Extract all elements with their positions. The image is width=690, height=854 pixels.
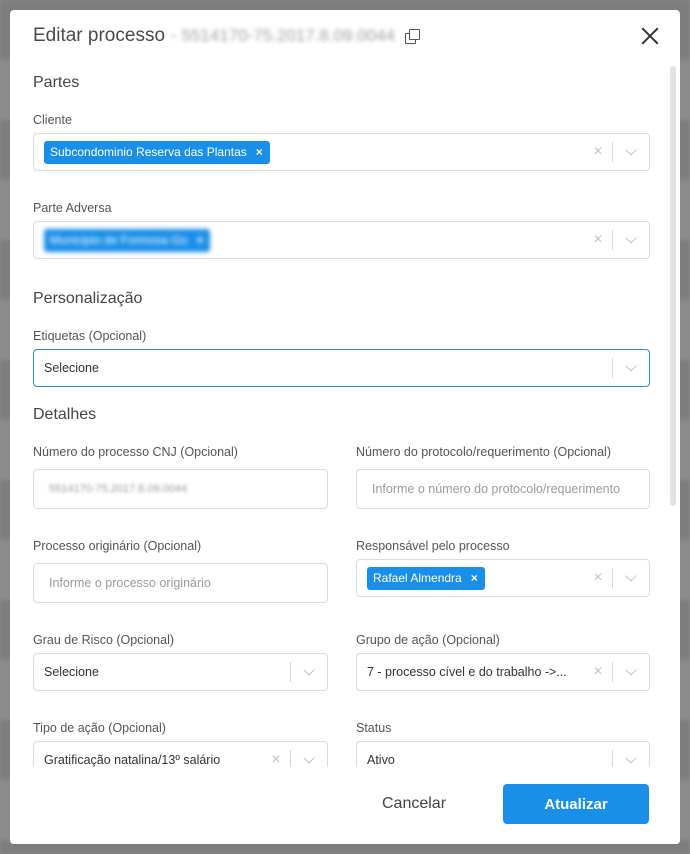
chevron-down-icon[interactable] xyxy=(291,664,327,676)
etiquetas-label: Etiquetas (Opcional) xyxy=(33,329,147,343)
chevron-down-icon[interactable] xyxy=(613,752,649,764)
section-title-detalhes: Detalhes xyxy=(33,406,97,423)
process-number: - 5514170-75.2017.8.09.0044 xyxy=(171,26,396,45)
parte-adversa-select[interactable]: Municipio de Formosa Go × × xyxy=(33,221,650,259)
update-button[interactable]: Atualizar xyxy=(503,784,649,824)
chevron-down-icon[interactable] xyxy=(613,360,649,372)
section-title-partes: Partes xyxy=(33,74,80,91)
responsavel-label: Responsável pelo processo xyxy=(356,539,510,553)
scrollbar-thumb[interactable] xyxy=(670,66,676,506)
responsavel-chip: Rafael Almendra × xyxy=(367,566,485,590)
grupo-acao-select[interactable]: 7 - processo cível e do trabalho ->... × xyxy=(356,653,650,691)
grupo-acao-value: 7 - processo cível e do trabalho ->... xyxy=(367,665,567,679)
cancel-button[interactable]: Cancelar xyxy=(360,795,468,813)
parte-adversa-label: Parte Adversa xyxy=(33,201,112,215)
parte-adversa-chip-label: Municipio de Formosa Go xyxy=(50,233,188,247)
parte-adversa-chip-remove-icon[interactable]: × xyxy=(196,233,203,247)
tipo-acao-label: Tipo de ação (Opcional) xyxy=(33,721,166,735)
modal-header: Editar processo - 5514170-75.2017.8.09.0… xyxy=(10,10,680,62)
cliente-chip: Subcondominio Reserva das Plantas × xyxy=(44,140,270,164)
status-value: Ativo xyxy=(367,753,395,767)
section-title-personalizacao: Personalização xyxy=(33,290,143,307)
grupo-acao-label: Grupo de ação (Opcional) xyxy=(356,633,500,647)
cliente-chip-label: Subcondominio Reserva das Plantas xyxy=(50,145,247,159)
modal-footer: Cancelar Atualizar xyxy=(10,767,680,844)
chevron-down-icon[interactable] xyxy=(613,664,649,676)
cliente-select[interactable]: Subcondominio Reserva das Plantas × × xyxy=(33,133,650,171)
responsavel-select[interactable]: Rafael Almendra × × xyxy=(356,559,650,597)
chevron-down-icon[interactable] xyxy=(613,570,649,582)
copy-icon[interactable] xyxy=(405,29,421,44)
etiquetas-select[interactable]: Selecione xyxy=(33,349,650,387)
chevron-down-icon[interactable] xyxy=(291,752,327,764)
tipo-acao-value: Gratificação natalina/13º salário xyxy=(44,753,221,767)
clear-icon[interactable]: × xyxy=(584,663,612,681)
status-label: Status xyxy=(356,721,392,735)
originario-label: Processo originário (Opcional) xyxy=(33,539,202,553)
clear-icon[interactable]: × xyxy=(584,231,612,249)
cliente-label: Cliente xyxy=(33,113,72,127)
edit-process-modal: Editar processo - 5514170-75.2017.8.09.0… xyxy=(10,10,680,844)
protocolo-placeholder: Informe o número do protocolo/requerimen… xyxy=(372,482,621,496)
chevron-down-icon[interactable] xyxy=(613,144,649,156)
grau-risco-label: Grau de Risco (Opcional) xyxy=(33,633,175,647)
clear-icon[interactable]: × xyxy=(584,143,612,161)
numero-cnj-value: 5514170-75.2017.8.09.0044 xyxy=(49,483,188,495)
numero-cnj-input[interactable]: 5514170-75.2017.8.09.0044 xyxy=(33,469,328,509)
protocolo-label: Número do protocolo/requerimento (Opcion… xyxy=(356,445,611,459)
clear-icon[interactable]: × xyxy=(584,569,612,587)
originario-placeholder: Informe o processo originário xyxy=(49,576,211,590)
protocolo-input[interactable]: Informe o número do protocolo/requerimen… xyxy=(356,469,650,509)
responsavel-chip-label: Rafael Almendra xyxy=(373,571,462,585)
close-icon[interactable] xyxy=(638,24,662,48)
modal-title: Editar processo xyxy=(33,25,166,46)
responsavel-chip-remove-icon[interactable]: × xyxy=(471,571,478,585)
etiquetas-value: Selecione xyxy=(44,361,99,375)
numero-cnj-label: Número do processo CNJ (Opcional) xyxy=(33,445,238,459)
originario-input[interactable]: Informe o processo originário xyxy=(33,563,328,603)
parte-adversa-chip: Municipio de Formosa Go × xyxy=(44,228,211,252)
cliente-chip-remove-icon[interactable]: × xyxy=(256,145,263,159)
chevron-down-icon[interactable] xyxy=(613,232,649,244)
grau-risco-value: Selecione xyxy=(44,665,99,679)
scrollbar[interactable] xyxy=(670,62,676,767)
grau-risco-select[interactable]: Selecione xyxy=(33,653,328,691)
